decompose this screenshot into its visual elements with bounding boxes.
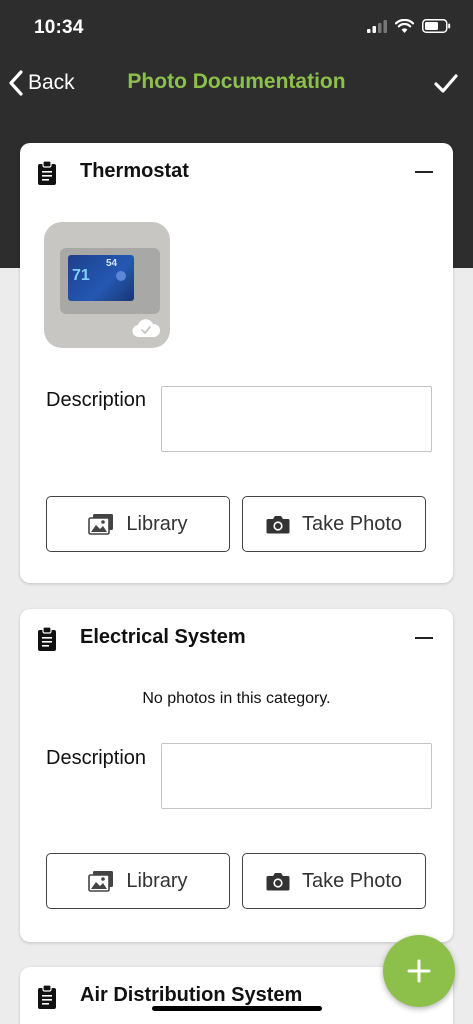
library-button[interactable]: Library (46, 853, 230, 909)
library-button[interactable]: Library (46, 496, 230, 552)
image-icon (88, 871, 114, 892)
library-label: Library (126, 512, 188, 535)
empty-message: No photos in this category. (142, 690, 331, 707)
section-card-electrical-system: Electrical System No photos in this cate… (20, 609, 453, 942)
add-button[interactable] (383, 935, 455, 1007)
battery-icon (422, 19, 451, 33)
section-title: Air Distribution System (80, 984, 303, 1006)
signal-icon (367, 19, 387, 33)
thermostat-button (116, 271, 126, 281)
wifi-icon (395, 19, 414, 33)
take-photo-button[interactable]: Take Photo (242, 496, 426, 552)
clipboard-icon (38, 627, 56, 651)
take-photo-label: Take Photo (301, 869, 403, 892)
clipboard-icon (38, 161, 56, 185)
camera-icon (266, 872, 290, 890)
take-photo-button[interactable]: Take Photo (242, 853, 426, 909)
thermostat-device: 71 54 (60, 248, 160, 314)
section-header[interactable]: Electrical System (20, 609, 453, 667)
section-title: Thermostat (80, 160, 189, 182)
nav-bar: Back Photo Documentation (0, 56, 473, 110)
thermostat-reading-primary: 71 (72, 267, 90, 284)
page-title: Photo Documentation (127, 70, 346, 93)
thermostat-screen: 71 54 (68, 255, 134, 301)
clipboard-icon (38, 985, 56, 1009)
status-time: 10:34 (34, 17, 84, 38)
minus-icon[interactable] (415, 637, 433, 639)
description-field[interactable] (161, 743, 432, 809)
image-icon (88, 514, 114, 535)
section-title: Electrical System (80, 626, 246, 648)
take-photo-label: Take Photo (301, 512, 403, 535)
checkmark-icon[interactable] (431, 68, 461, 98)
description-label: Description (46, 747, 147, 769)
status-icons (367, 19, 451, 33)
description-label: Description (46, 389, 147, 411)
plus-icon (407, 959, 431, 983)
camera-icon (266, 515, 290, 533)
section-card-thermostat: Thermostat 71 54 Description Library Tak… (20, 143, 453, 583)
thermostat-reading-secondary: 54 (106, 258, 118, 269)
section-header[interactable]: Thermostat (20, 143, 453, 201)
cloud-check-icon (132, 319, 160, 338)
status-bar: 10:34 (0, 0, 473, 56)
home-indicator (152, 1006, 322, 1011)
photo-thumbnail[interactable]: 71 54 (44, 222, 170, 348)
description-field[interactable] (161, 386, 432, 452)
minus-icon[interactable] (415, 171, 433, 173)
library-label: Library (126, 869, 188, 892)
